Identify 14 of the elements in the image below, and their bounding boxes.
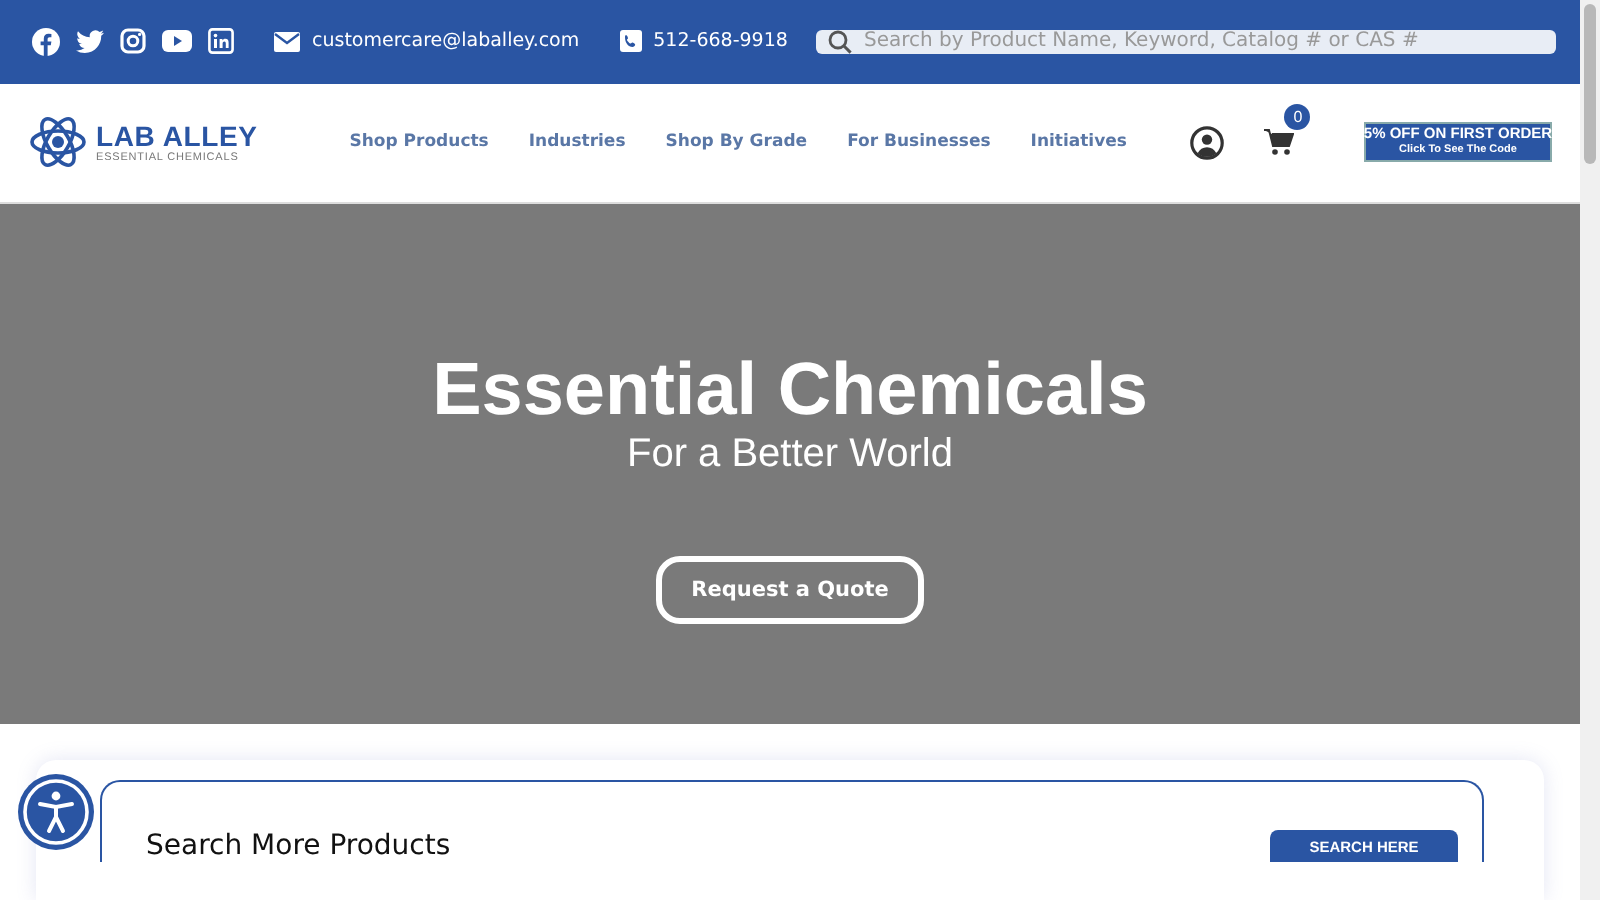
hero-title: Essential Chemicals (432, 347, 1148, 432)
nav-link[interactable]: Initiatives (1010, 132, 1147, 153)
nav-link[interactable]: For Businesses (827, 132, 1011, 153)
nav-link[interactable]: Shop By Grade (645, 132, 828, 153)
nav-link[interactable]: Shop Products (329, 132, 509, 153)
quote-button[interactable]: Request a Quote (656, 555, 924, 624)
nav-link[interactable]: Industries (508, 132, 646, 153)
email-link[interactable]: customercare@laballey.com (312, 30, 580, 53)
search-section-title: Search More Products (146, 830, 451, 862)
phone-number[interactable]: 512-668-9918 (653, 30, 788, 53)
logo-name[interactable]: LAB ALLEY (96, 121, 258, 152)
search-field[interactable]: Search by Product Name, Keyword, Catalog # or CAS # (816, 29, 1556, 54)
cart-count-badge: 0 (1284, 104, 1311, 131)
hero-subtitle: For a Better World (626, 431, 954, 476)
